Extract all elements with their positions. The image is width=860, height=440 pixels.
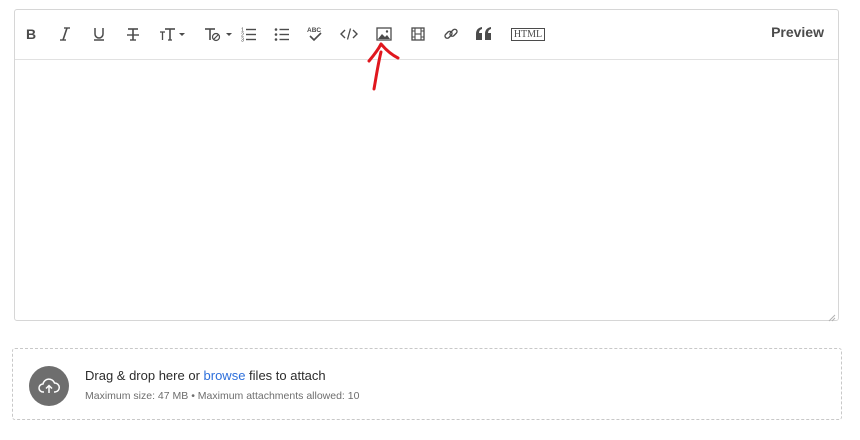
svg-text:3: 3 xyxy=(241,38,244,43)
browse-link[interactable]: browse xyxy=(204,368,246,383)
insert-image-button[interactable] xyxy=(375,22,393,46)
underline-button[interactable] xyxy=(91,22,107,46)
editor-toolbar: B 1 2 3 ABC HTML Preview xyxy=(15,10,838,60)
quote-icon xyxy=(475,26,493,42)
strikethrough-icon xyxy=(125,26,141,42)
numbered-list-icon: 123 xyxy=(241,26,257,42)
cloud-upload-icon[interactable] xyxy=(29,366,69,406)
insert-link-button[interactable] xyxy=(442,22,460,46)
insert-video-button[interactable] xyxy=(409,22,427,46)
image-icon xyxy=(376,27,392,41)
spellcheck-button[interactable]: ABC xyxy=(306,22,324,46)
html-source-button[interactable]: HTML xyxy=(509,22,547,46)
editor-body[interactable] xyxy=(15,60,838,320)
svg-text:ABC: ABC xyxy=(307,27,321,34)
svg-text:B: B xyxy=(26,26,36,42)
code-button[interactable] xyxy=(339,22,359,46)
bulleted-list-button[interactable] xyxy=(273,22,291,46)
italic-button[interactable] xyxy=(57,22,73,46)
italic-icon xyxy=(59,26,71,42)
dropzone-limits-hint: Maximum size: 47 MB • Maximum attachment… xyxy=(85,390,360,402)
blockquote-button[interactable] xyxy=(474,22,494,46)
html-icon-label: HTML xyxy=(513,28,543,40)
preview-button[interactable]: Preview xyxy=(771,24,824,40)
code-icon xyxy=(340,26,358,42)
spellcheck-icon: ABC xyxy=(306,25,324,43)
film-icon xyxy=(411,27,425,41)
bold-icon: B xyxy=(24,26,38,42)
text-size-dropdown[interactable] xyxy=(157,22,187,46)
link-icon xyxy=(443,26,459,42)
html-icon: HTML xyxy=(510,27,546,41)
resize-handle-icon[interactable] xyxy=(827,309,836,322)
dropzone-text-after: files to attach xyxy=(245,368,326,383)
rich-text-editor: B 1 2 3 ABC HTML Preview xyxy=(14,9,839,322)
text-size-icon xyxy=(157,26,187,42)
bulleted-list-icon xyxy=(274,26,290,42)
underline-icon xyxy=(92,26,106,42)
dropzone-instructions: Drag & drop here or browse files to atta… xyxy=(85,368,326,383)
file-dropzone[interactable]: Drag & drop here or browse files to atta… xyxy=(12,348,842,420)
text-style-dropdown[interactable] xyxy=(203,22,235,46)
text-format-icon xyxy=(203,26,235,42)
bold-button[interactable]: B xyxy=(23,22,39,46)
ordered-list-button[interactable]: 123 xyxy=(240,22,258,46)
strikethrough-button[interactable] xyxy=(124,22,142,46)
dropzone-text-before: Drag & drop here or xyxy=(85,368,204,383)
